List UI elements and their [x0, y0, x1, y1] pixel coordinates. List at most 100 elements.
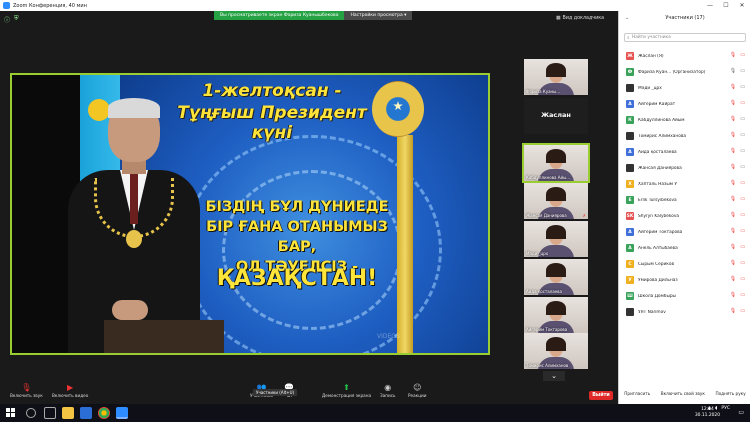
- zoom-taskbar-icon[interactable]: [116, 407, 128, 419]
- participant-status: 🎙 ▭: [730, 164, 745, 170]
- participant-row[interactable]: А Аида қосталаева 🎙 ▭: [619, 144, 750, 160]
- participant-status: 🎙 ▭: [730, 180, 745, 186]
- input-language[interactable]: РУС: [721, 406, 730, 411]
- start-video-button[interactable]: ▶ Включить видео: [52, 382, 88, 398]
- video-off-icon: ▭: [740, 276, 745, 282]
- reactions-button[interactable]: ☺ Реакции: [408, 382, 427, 398]
- panel-title: Участники (17): [665, 15, 705, 21]
- video-tile[interactable]: Мәди _црх: [524, 221, 588, 257]
- tile-name: Аида қосталаева: [526, 289, 562, 294]
- video-off-icon: ▭: [740, 196, 745, 202]
- view-toggle-button[interactable]: ▦ Вид докладчика: [556, 16, 604, 21]
- window-controls: — ☐ ✕: [702, 0, 750, 11]
- start-button[interactable]: [6, 408, 15, 417]
- participant-search[interactable]: ⌕ Найти участника: [624, 33, 746, 42]
- video-tile[interactable]: Жаслан: [524, 98, 588, 134]
- participant-row[interactable]: Х Хапталь Назым У 🎙 ▭: [619, 176, 750, 192]
- participant-row[interactable]: Жансая Даниярова 🎙 ▭: [619, 160, 750, 176]
- maximize-button[interactable]: ☐: [718, 0, 734, 11]
- video-icon: ▭: [740, 116, 745, 122]
- unmute-button[interactable]: 🎙 Включить звук: [10, 382, 43, 398]
- video-thumbnails: Фариза Куаны... Жаслан Кабдуллинова Айы.…: [522, 59, 590, 379]
- participant-name: Фариза Куан... (Организатор): [638, 69, 706, 75]
- participant-row[interactable]: Ф Фариза Куан... (Организатор) 🎙 ▭: [619, 64, 750, 80]
- windows-taskbar: ▲ ◖ РУС 12:04 30.11.2020 ▭: [0, 404, 750, 422]
- file-explorer-icon[interactable]: [62, 407, 74, 419]
- window-title: Zoom Конференция, 40 мин: [13, 2, 87, 9]
- avatar: А: [626, 100, 634, 108]
- minimize-button[interactable]: —: [702, 0, 718, 11]
- participant-name: Кабдуллинова Айым: [638, 117, 685, 123]
- video-tile[interactable]: Айгерим Токтарова: [524, 297, 588, 333]
- chrome-icon[interactable]: [98, 407, 110, 419]
- participant-row[interactable]: А Айгерим Кайрат 🎙 ▭: [619, 96, 750, 112]
- participant-row[interactable]: SK Shyryn Kalybekova 🎙 ▭: [619, 208, 750, 224]
- participants-tooltip: Участники (Alt+U): [253, 389, 298, 396]
- avatar: SK: [626, 212, 634, 220]
- mail-icon[interactable]: [80, 407, 92, 419]
- task-view-icon[interactable]: [44, 407, 56, 419]
- video-tile[interactable]: Фариза Куаны...: [524, 59, 588, 95]
- notification-icon[interactable]: ▭: [738, 409, 744, 416]
- meeting-toolbar: 🎙 Включить звук ▶ Включить видео 👥 Участ…: [0, 382, 618, 404]
- search-icon: ⌕: [627, 36, 630, 41]
- chevron-down-icon: ⌄: [551, 372, 557, 380]
- shield-icon[interactable]: ⛨: [14, 15, 19, 24]
- participant-row[interactable]: А Анель Алтыбаева 🎙 ▭: [619, 240, 750, 256]
- participant-row[interactable]: E Erlik Tursyibekova 🎙 ▭: [619, 192, 750, 208]
- video-off-icon: ▶: [67, 383, 74, 392]
- participant-status: 🎙 ▭: [730, 84, 745, 90]
- mic-off-icon: 🎙: [729, 244, 737, 250]
- leave-button[interactable]: Выйти: [589, 391, 613, 400]
- participant-row[interactable]: Мәди _црх 🎙 ▭: [619, 80, 750, 96]
- mic-off-icon: 🎙: [729, 84, 737, 90]
- view-toggle-label: Вид докладчика: [562, 16, 605, 21]
- share-message: Вы просматриваете экран Фариза Куанышбек…: [214, 11, 345, 20]
- avatar: [626, 132, 634, 140]
- share-screen-button[interactable]: ⬆ Демонстрация экрана: [322, 382, 371, 398]
- taskbar-clock[interactable]: 12:04 30.11.2020: [695, 407, 720, 419]
- mic-off-icon: 🎙: [729, 164, 737, 170]
- video-tile[interactable]: Томирис Алимханов: [524, 333, 588, 369]
- search-icon[interactable]: [26, 408, 36, 418]
- start-video-label: Включить видео: [52, 393, 89, 398]
- mic-off-icon: 🎙: [729, 308, 737, 314]
- invite-button[interactable]: Пригласить: [624, 391, 650, 396]
- participant-name: Айгерим Токтарова: [638, 229, 683, 235]
- participant-row[interactable]: К Кабдуллинова Айым 🎙 ▭: [619, 112, 750, 128]
- slide-watermark: VIDEOS: [377, 333, 400, 340]
- video-off-icon: ▭: [740, 244, 745, 250]
- participant-row[interactable]: Томирис Алимханова 🎙 ▭: [619, 128, 750, 144]
- chevron-down-icon[interactable]: ⌄: [625, 15, 629, 21]
- participant-status: 🎙 ▭: [730, 212, 745, 218]
- tile-hair: [546, 63, 566, 77]
- raise-hand-button[interactable]: Поднять руку: [715, 391, 745, 396]
- participant-row[interactable]: А Айгерим Токтарова 🎙 ▭: [619, 224, 750, 240]
- participant-row[interactable]: ҰЯТ Narimov 🎙 ▭: [619, 304, 750, 320]
- participant-status: 🎙 ▭: [730, 68, 745, 74]
- close-button[interactable]: ✕: [734, 0, 750, 11]
- participant-row[interactable]: У Умирова Дильназ 🎙 ▭: [619, 272, 750, 288]
- record-button[interactable]: ◉ Запись: [380, 382, 395, 398]
- slide-title-line2: Тұңғыш Президент күні: [177, 103, 367, 143]
- participants-panel: ⌄ Участники (17) ⌕ Найти участника Ж Жас…: [618, 11, 750, 404]
- tile-name: Мәди _црх: [526, 251, 549, 256]
- view-options-button[interactable]: Настройки просмотра ▾: [344, 11, 413, 20]
- unmute-self-button[interactable]: Включить свой звук: [661, 391, 705, 396]
- mic-off-icon: 🎙: [729, 116, 737, 122]
- participant-name: Shyryn Kalybekova: [638, 213, 680, 219]
- participant-row[interactable]: Ш Школа Домбыры 🎙 ▭: [619, 288, 750, 304]
- video-tile-active[interactable]: Кабдуллинова Айы...: [522, 143, 590, 183]
- mic-off-icon: 🎙: [729, 52, 737, 58]
- participant-name: ҰЯТ Narimov: [638, 309, 666, 315]
- share-screen-label: Демонстрация экрана: [322, 393, 372, 398]
- participant-row[interactable]: Ж Жаслан (Я) 🎙 ▭: [619, 48, 750, 64]
- thumbnails-scroll-down[interactable]: ⌄: [543, 371, 565, 381]
- participant-row[interactable]: С Сырым Сериков 🎙 ▭: [619, 256, 750, 272]
- video-tile[interactable]: Аида қосталаева: [524, 259, 588, 295]
- video-tile[interactable]: Жансая Даниярова ✗: [524, 183, 588, 219]
- participant-name: Мәди _црх: [638, 85, 662, 91]
- portrait-hand: [112, 300, 148, 320]
- info-icon[interactable]: ⓘ: [4, 15, 10, 24]
- participant-status: 🎙 ▭: [730, 292, 745, 298]
